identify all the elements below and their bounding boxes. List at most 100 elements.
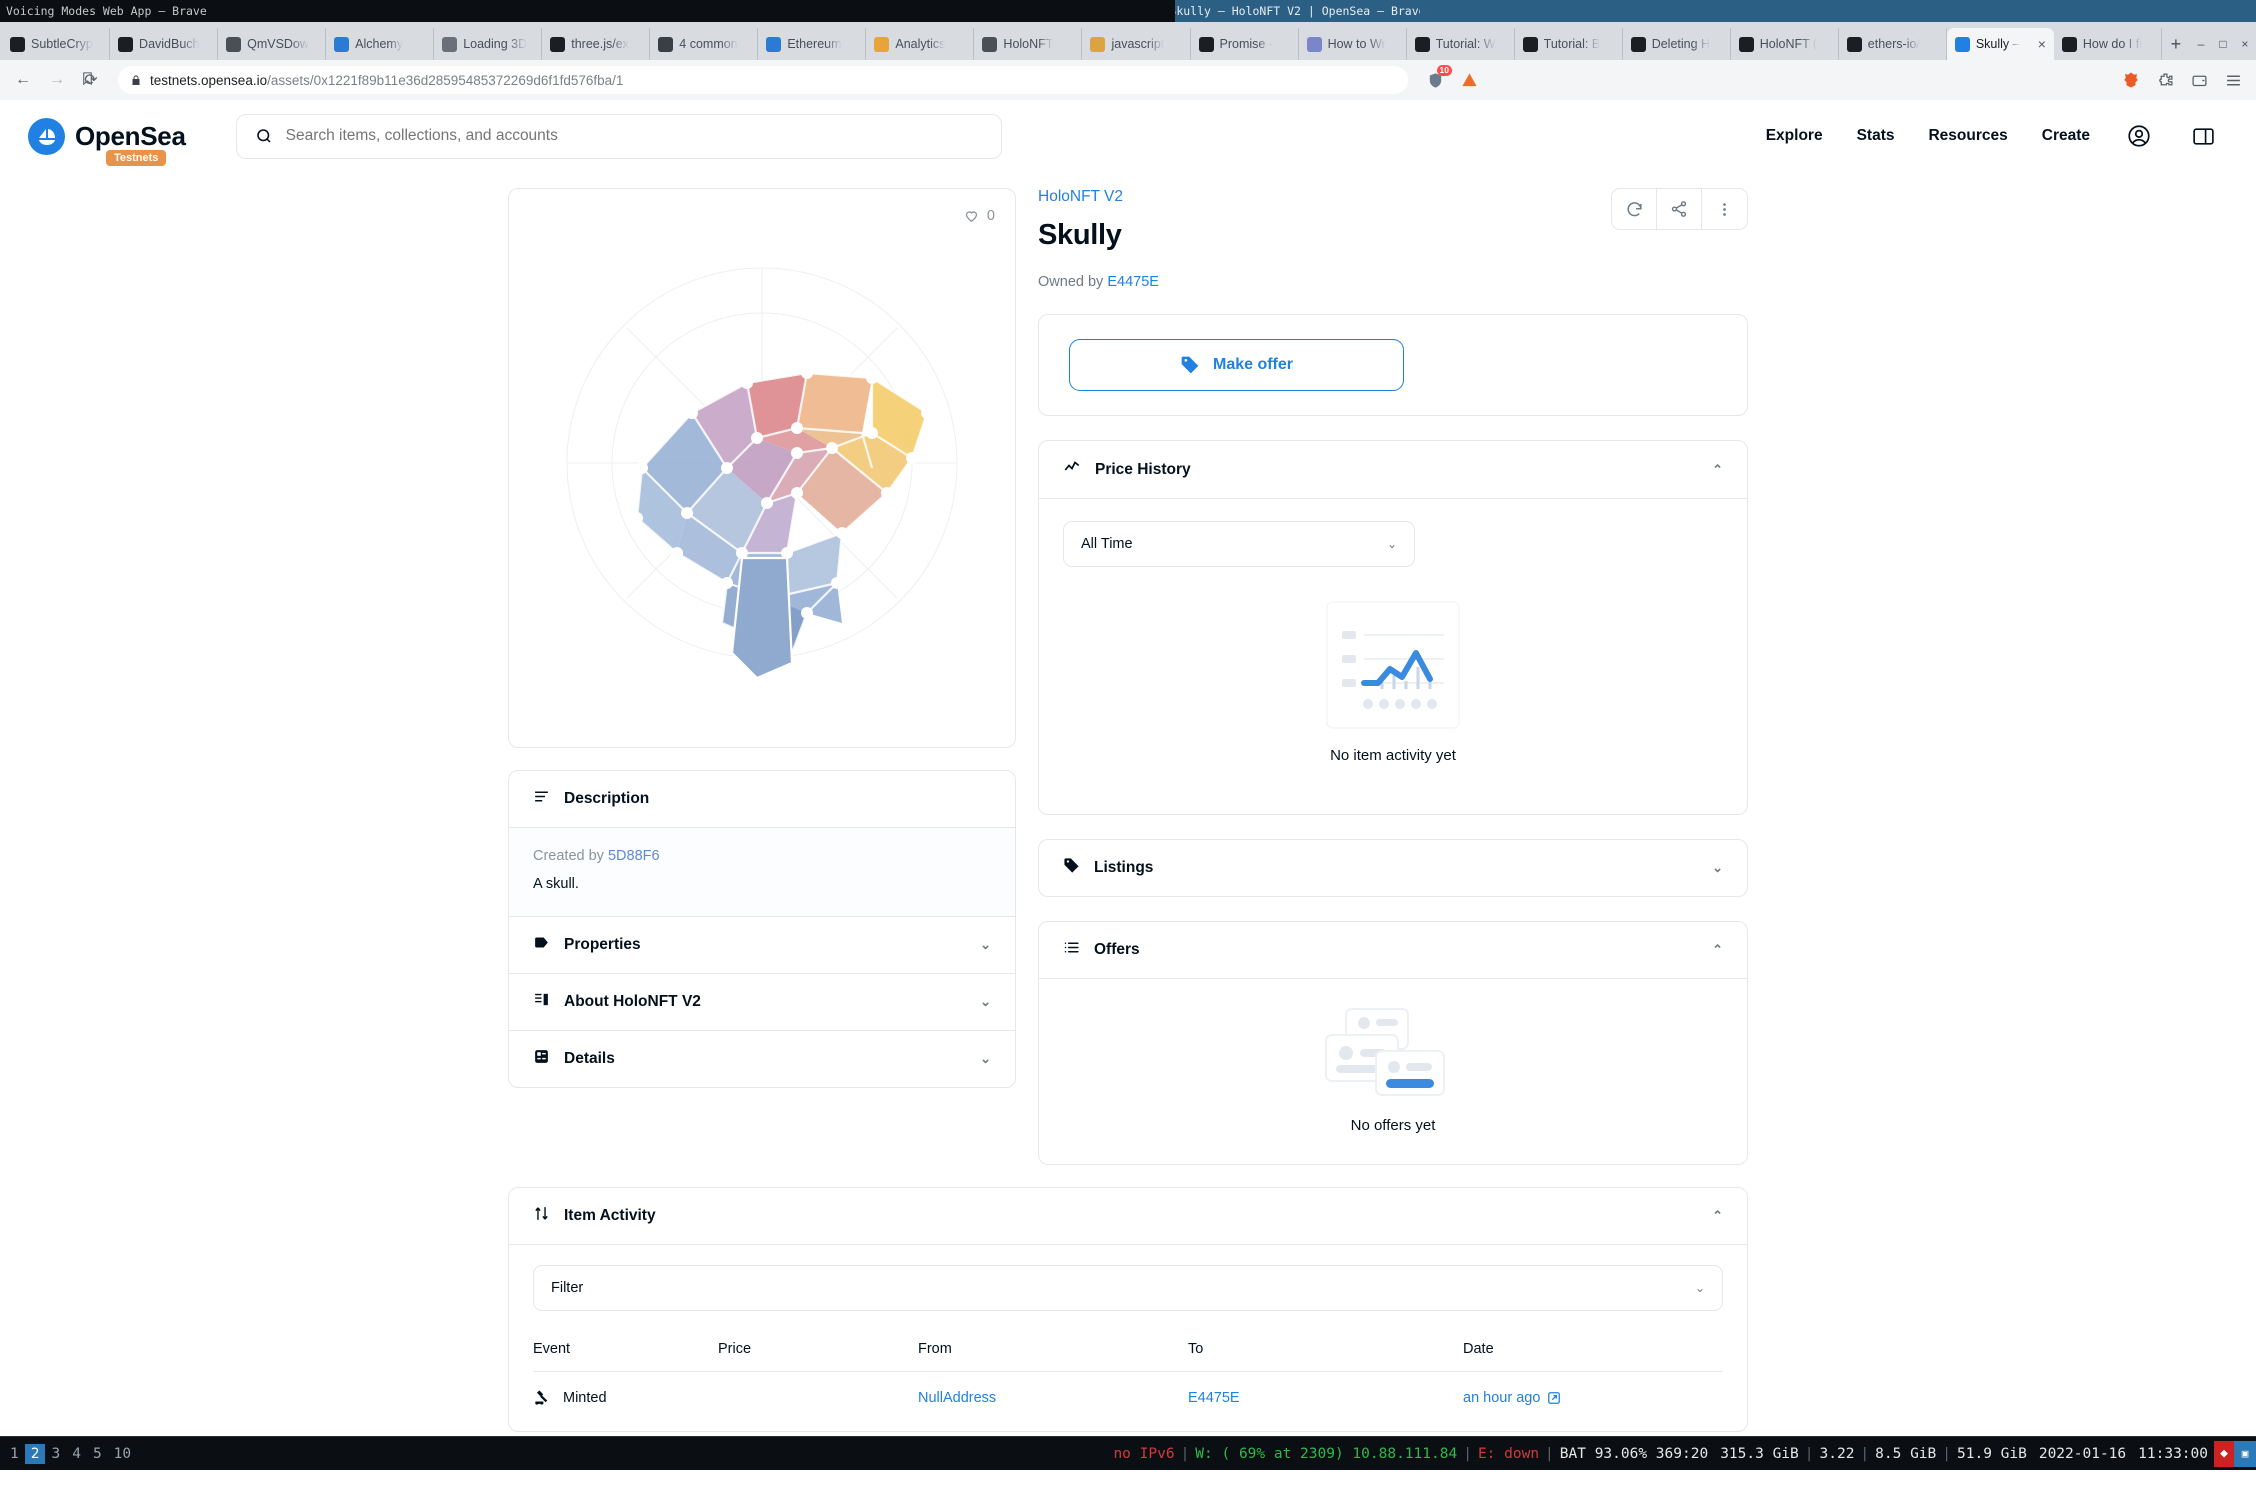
workspace-4[interactable]: 4 <box>66 1444 87 1464</box>
browser-tab[interactable]: HoloNFT <box>974 28 1083 60</box>
chevron-down-icon[interactable]: ⌄ <box>980 994 991 1010</box>
brave-lion-icon[interactable] <box>2118 67 2144 93</box>
workspace-3[interactable]: 3 <box>45 1444 66 1464</box>
wallet-icon[interactable] <box>2186 67 2212 93</box>
browser-tab[interactable]: HoloNFT ( <box>1730 28 1839 60</box>
chevron-up-icon[interactable]: ⌃ <box>1712 942 1723 958</box>
book-icon <box>533 991 550 1013</box>
browser-tab[interactable]: QmVSDow <box>218 28 327 60</box>
listings-header[interactable]: Listings ⌄ <box>1039 840 1747 896</box>
offers-empty-state: No offers yet <box>1039 979 1747 1164</box>
collection-breadcrumb-link[interactable]: HoloNFT V2 <box>1038 188 1123 206</box>
wallet-icon[interactable] <box>2188 121 2218 151</box>
price-history-empty-state: No item activity yet <box>1063 567 1723 804</box>
description-section-header[interactable]: Description <box>509 771 1015 827</box>
nav-create[interactable]: Create <box>2042 127 2090 145</box>
from-link[interactable]: NullAddress <box>918 1390 996 1406</box>
status-wifi: W: ( 69% at 2309) 10.88.111.84 <box>1195 1445 1458 1462</box>
chevron-down-icon[interactable]: ⌄ <box>1387 537 1397 551</box>
favorite-button[interactable]: 0 <box>963 207 995 224</box>
new-tab-button[interactable]: + <box>2162 28 2190 60</box>
opensea-logo[interactable]: OpenSea Testnets <box>28 117 186 166</box>
browser-tab[interactable]: SubtleCryp <box>2 28 111 60</box>
sort-arrows-icon <box>533 1205 550 1227</box>
make-offer-card: Make offer <box>1038 314 1748 416</box>
item-activity-header[interactable]: Item Activity ⌃ <box>509 1188 1747 1244</box>
workspace-2[interactable]: 2 <box>24 1443 46 1464</box>
browser-tab[interactable]: DavidBuch <box>110 28 219 60</box>
about-collection-section-header[interactable]: About HoloNFT V2 ⌄ <box>509 974 1015 1030</box>
browser-tab[interactable]: Loading 3D <box>434 28 543 60</box>
chevron-down-icon[interactable]: ⌄ <box>980 1051 991 1067</box>
window-maximize-button[interactable]: □ <box>2212 28 2234 60</box>
browser-tab[interactable]: Analytics <box>866 28 975 60</box>
github-icon <box>118 36 134 52</box>
chevron-up-icon[interactable]: ⌃ <box>1712 462 1723 478</box>
chevron-down-icon[interactable]: ⌄ <box>1712 860 1723 876</box>
date-link[interactable]: an hour ago <box>1463 1390 1561 1406</box>
browser-tab[interactable]: ethers-io/ <box>1838 28 1947 60</box>
back-button[interactable]: ← <box>10 67 36 93</box>
site-search-box[interactable] <box>235 113 1002 159</box>
bookmark-icon[interactable] <box>80 71 95 89</box>
brave-tray-icon[interactable]: ◆ <box>2214 1440 2234 1467</box>
forward-button[interactable]: → <box>44 67 70 93</box>
window-close-button[interactable]: × <box>2234 28 2256 60</box>
browser-tab-active[interactable]: Skully – × <box>1946 28 2054 60</box>
creator-link[interactable]: 5D88F6 <box>608 848 660 864</box>
workspace-1[interactable]: 1 <box>4 1444 25 1464</box>
browser-tab[interactable]: How do I fi <box>2053 28 2162 60</box>
browser-tab[interactable]: Promise - <box>1190 28 1299 60</box>
browser-tab[interactable]: Ethereum <box>758 28 867 60</box>
chevron-down-icon[interactable]: ⌄ <box>1695 1281 1705 1295</box>
chevron-up-icon[interactable]: ⌃ <box>1712 1208 1723 1224</box>
browser-tab[interactable]: Alchemy <box>326 28 435 60</box>
ethereum-icon <box>766 36 782 52</box>
nav-resources[interactable]: Resources <box>1928 127 2007 145</box>
event-label: Minted <box>563 1389 607 1406</box>
tab-strip: SubtleCryp DavidBuch QmVSDow Alchemy Loading… <box>0 22 2256 60</box>
extension-icon[interactable] <box>2152 67 2178 93</box>
workspace-5[interactable]: 5 <box>87 1444 108 1464</box>
price-history-header[interactable]: Price History ⌃ <box>1039 441 1747 498</box>
more-options-button[interactable] <box>1702 189 1747 229</box>
col-to: To <box>1188 1341 1204 1357</box>
refresh-metadata-button[interactable] <box>1612 189 1657 229</box>
heart-icon <box>965 211 978 222</box>
url-domain: testnets.opensea.io <box>150 72 268 88</box>
github-icon <box>1738 36 1754 52</box>
cell-date: an hour ago <box>1463 1372 1723 1424</box>
address-bar[interactable]: testnets.opensea.io/assets/0x1221f89b11e… <box>83 66 1408 94</box>
activity-filter-select[interactable]: Filter ⌄ <box>533 1265 1723 1311</box>
properties-section-header[interactable]: Properties ⌄ <box>509 917 1015 973</box>
search-input[interactable] <box>285 127 983 145</box>
nav-explore[interactable]: Explore <box>1766 127 1823 145</box>
browser-tab[interactable]: How to Wr <box>1298 28 1407 60</box>
brave-rewards-icon[interactable] <box>1456 67 1482 93</box>
nav-stats[interactable]: Stats <box>1857 127 1895 145</box>
chevron-down-icon[interactable]: ⌄ <box>980 937 991 953</box>
browser-tab[interactable]: Tutorial: B <box>1514 28 1623 60</box>
about-collection-title: About HoloNFT V2 <box>564 993 701 1010</box>
browser-tab[interactable]: javascript <box>1082 28 1191 60</box>
tab-label: How do I fi <box>2082 37 2142 51</box>
brave-shields-button[interactable]: 10 <box>1422 65 1452 93</box>
window-minimize-button[interactable]: – <box>2190 28 2212 60</box>
close-icon[interactable]: × <box>2034 37 2046 51</box>
browser-tab[interactable]: three.js/ex <box>542 28 651 60</box>
share-button[interactable] <box>1657 189 1702 229</box>
status-disk: 315.3 GiB <box>1720 1445 1799 1462</box>
details-section-header[interactable]: Details ⌄ <box>509 1031 1015 1087</box>
browser-tab[interactable]: Tutorial: W <box>1406 28 1515 60</box>
app-tray-icon[interactable]: ▣ <box>2234 1440 2256 1467</box>
browser-menu-button[interactable] <box>2220 67 2246 93</box>
owner-link[interactable]: E4475E <box>1107 274 1159 290</box>
offers-header[interactable]: Offers ⌃ <box>1039 922 1747 978</box>
browser-tab[interactable]: Deleting H <box>1622 28 1731 60</box>
browser-tab[interactable]: 4 common <box>650 28 759 60</box>
price-history-range-select[interactable]: All Time ⌄ <box>1063 521 1415 567</box>
to-link[interactable]: E4475E <box>1188 1390 1240 1406</box>
workspace-10[interactable]: 10 <box>108 1444 137 1464</box>
make-offer-button[interactable]: Make offer <box>1069 339 1404 391</box>
account-circle-icon[interactable] <box>2124 121 2154 151</box>
